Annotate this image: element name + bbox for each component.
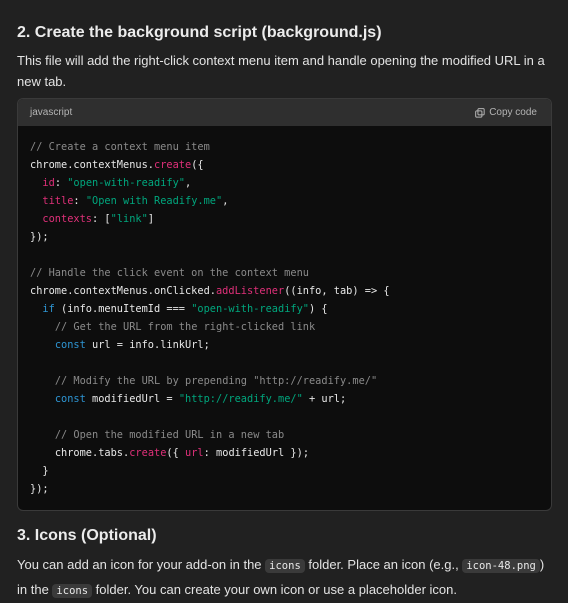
code-comment: // Create a context menu item: [30, 141, 210, 153]
code-string: "open-with-readify": [191, 303, 309, 315]
code-keyword: const: [54, 393, 86, 405]
code-text: url = info.linkUrl;: [85, 339, 210, 351]
code-block: javascript Copy code // Create a context…: [17, 98, 552, 511]
code-text: });: [30, 483, 49, 495]
code-text: ) {: [309, 303, 328, 315]
code-text: ((info, tab) => {: [284, 285, 390, 297]
code-body: // Create a context menu item chrome.con…: [30, 141, 390, 495]
code-comment: // Open the modified URL in a new tab: [54, 429, 285, 441]
section-description-background: This file will add the right-click conte…: [17, 53, 545, 89]
code-text: chrome.contextMenus.: [30, 159, 154, 171]
code-function: addListener: [215, 285, 285, 297]
code-property: title: [42, 195, 74, 207]
inline-code: icons: [52, 584, 93, 598]
code-function: create: [129, 447, 167, 459]
code-string: "open-with-readify": [67, 177, 186, 189]
code-language-label: javascript: [30, 107, 73, 118]
text-run: folder. You can create your own icon or …: [92, 582, 457, 597]
code-keyword: if: [42, 303, 55, 315]
code-comment: // Modify the URL by prepending "http://…: [54, 375, 378, 387]
code-text: });: [30, 231, 49, 243]
code-text: ({: [191, 159, 204, 171]
code-text: + url;: [302, 393, 347, 405]
code-text: : modifiedUrl });: [203, 447, 310, 459]
text-run: You can add an icon for your add-on in t…: [17, 557, 266, 572]
code-property: id: [42, 177, 55, 189]
code-text: modifiedUrl =: [85, 393, 179, 405]
code-string: "http://readify.me/": [178, 393, 303, 405]
code-string: "link": [110, 213, 148, 225]
code-text: }: [42, 465, 49, 477]
copy-icon: [475, 107, 485, 118]
code-property: contexts: [42, 213, 93, 225]
code-string: "Open with Readify.me": [85, 195, 223, 207]
section-heading-icons: 3. Icons (Optional): [17, 527, 157, 544]
inline-code: icons: [265, 559, 305, 573]
code-comment: // Handle the click event on the context…: [30, 267, 309, 279]
section-description-icons: You can add an icon for your add-on in t…: [17, 553, 551, 603]
section-heading-background: 2. Create the background script (backgro…: [17, 24, 382, 41]
copy-code-label: Copy code: [489, 107, 537, 118]
code-text: chrome.contextMenus.onClicked.: [30, 285, 216, 297]
inline-code: icon-48.png: [462, 559, 540, 573]
code-property: url: [185, 447, 204, 459]
code-keyword: const: [54, 339, 86, 351]
code-comment: // Get the URL from the right-clicked li…: [54, 321, 316, 333]
code-text: chrome.tabs.: [54, 447, 130, 459]
text-run: folder. Place an icon (e.g.,: [304, 557, 463, 572]
code-text: ({: [166, 447, 186, 459]
code-text: (info.menuItemId ===: [54, 303, 192, 315]
copy-code-button[interactable]: Copy code: [475, 107, 537, 118]
code-header: javascript Copy code: [18, 99, 551, 126]
code-function: create: [154, 159, 192, 171]
